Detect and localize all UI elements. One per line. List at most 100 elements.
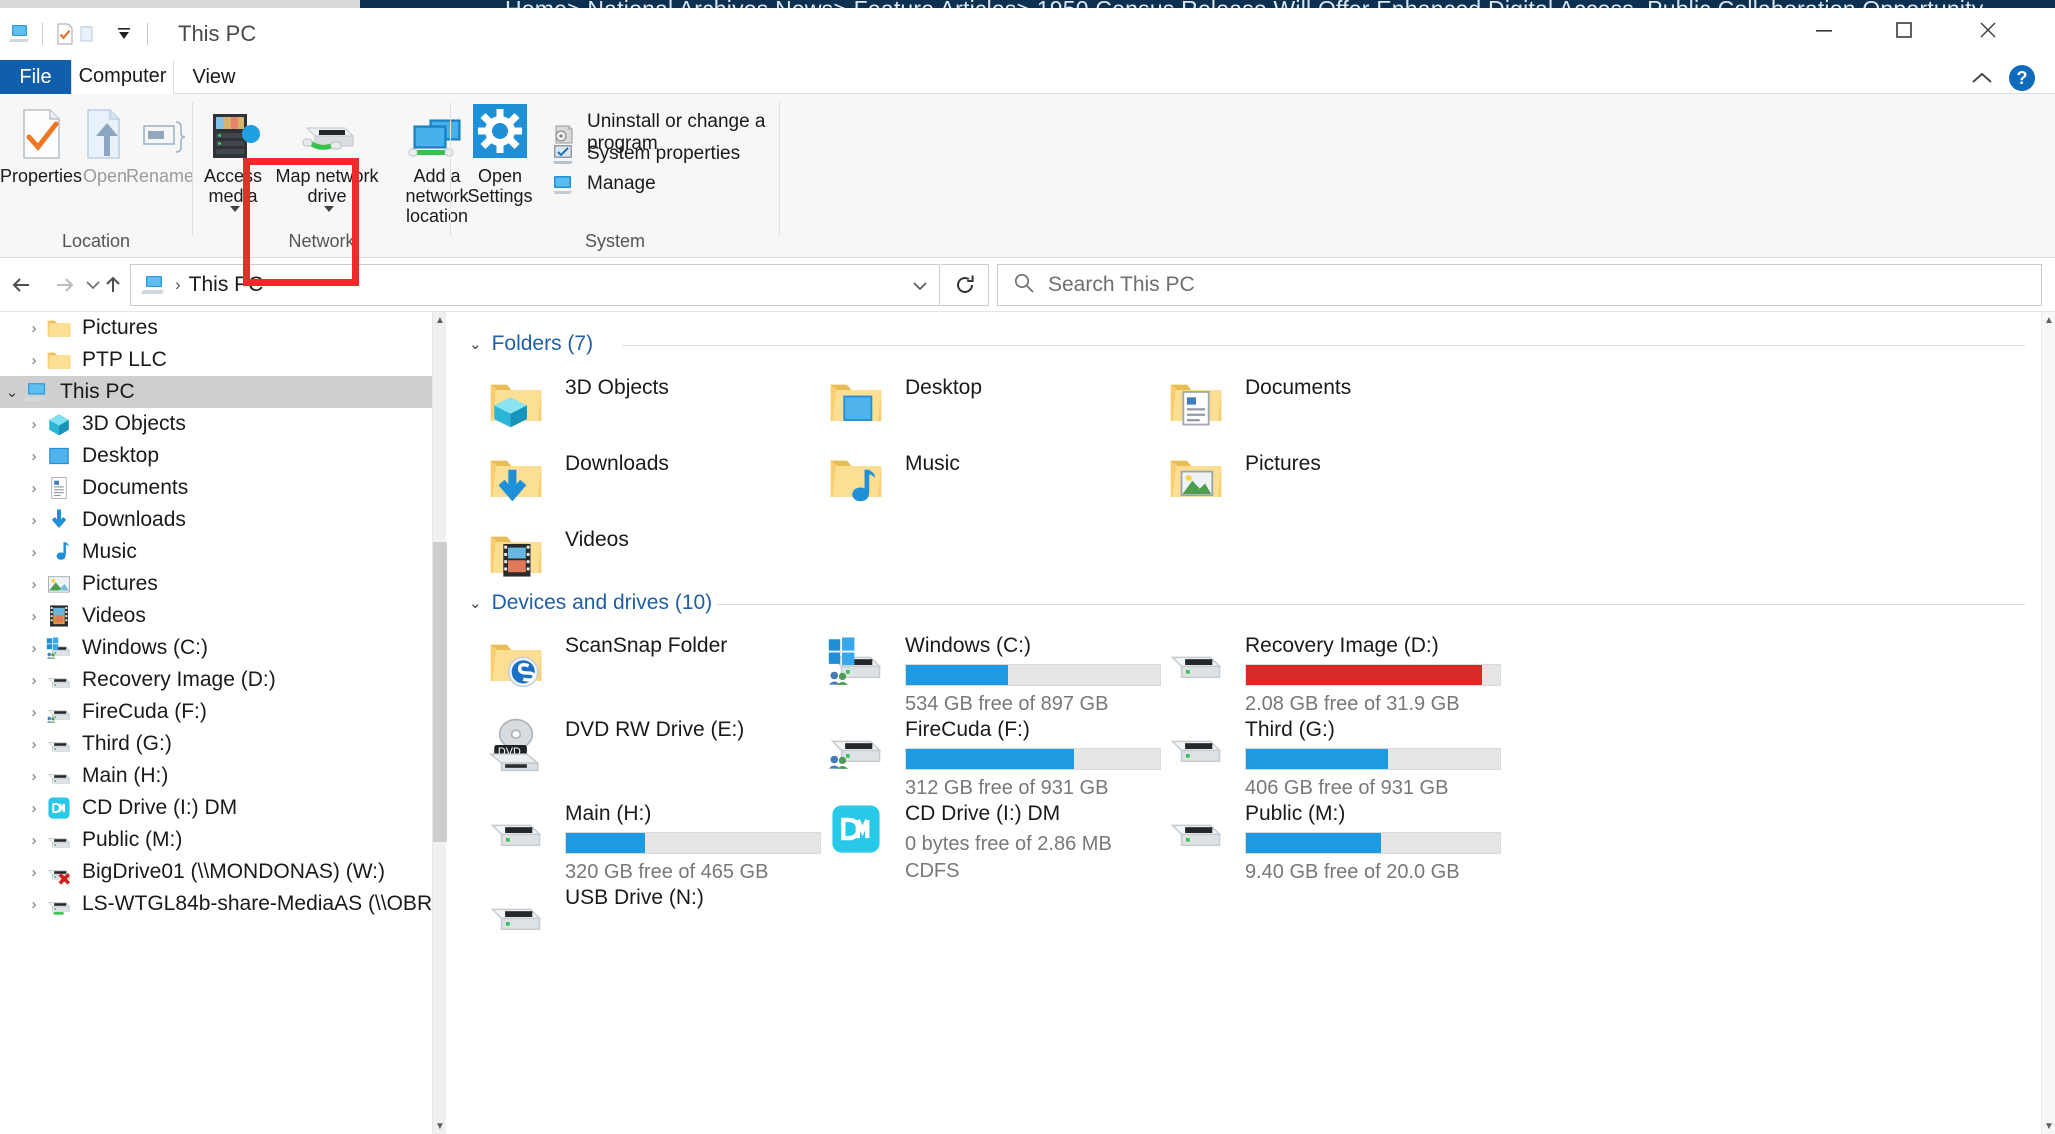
forward-arrow-icon[interactable] <box>50 270 80 300</box>
chevron-right-icon[interactable]: › <box>22 640 46 657</box>
main-scrollbar[interactable]: ▲ ▼ <box>2041 312 2055 1134</box>
open-button[interactable]: Open <box>82 102 128 186</box>
folder-music-icon <box>827 448 887 508</box>
nav-item-windows-c[interactable]: › Windows (C:) <box>0 632 432 664</box>
collapse-ribbon-button[interactable] <box>1969 68 1995 88</box>
nav-item-public-m[interactable]: › Public (M:) <box>0 824 432 856</box>
new-folder-icon[interactable] <box>77 22 101 46</box>
chevron-right-icon[interactable]: › <box>22 352 46 369</box>
open-settings-button[interactable]: Open Settings <box>461 102 539 206</box>
nav-scroll-up-icon[interactable]: ▲ <box>433 312 447 328</box>
main-scroll-up-icon[interactable]: ▲ <box>2042 312 2055 328</box>
folder-tile[interactable]: 3D Objects <box>487 372 669 432</box>
drive-tile[interactable]: Windows (C:) 534 GB free of 897 GB <box>827 632 1161 716</box>
address-path-field[interactable]: › This PC <box>130 264 940 306</box>
chevron-right-icon[interactable]: › <box>22 576 46 593</box>
chevron-down-icon[interactable] <box>324 206 334 212</box>
main-scroll-down-icon[interactable]: ▼ <box>2042 1118 2055 1134</box>
nav-item-documents[interactable]: › Documents <box>0 472 432 504</box>
chevron-right-icon[interactable]: › <box>22 512 46 529</box>
nav-item-pictures[interactable]: › Pictures <box>0 568 432 600</box>
chevron-down-icon[interactable]: ⌄ <box>469 335 482 353</box>
tab-view[interactable]: View <box>174 60 254 94</box>
tab-computer[interactable]: Computer <box>71 60 174 94</box>
properties-button[interactable]: Properties <box>2 102 80 186</box>
nav-item-third-g[interactable]: › Third (G:) <box>0 728 432 760</box>
chevron-right-icon[interactable]: › <box>22 768 46 785</box>
nav-item-recovery-image-d[interactable]: › Recovery Image (D:) <box>0 664 432 696</box>
chevron-down-icon[interactable] <box>230 206 240 212</box>
chevron-right-icon[interactable]: › <box>22 544 46 561</box>
nav-item-cd-drive-i-dm[interactable]: › CD Drive (I:) DM <box>0 792 432 824</box>
drive-tile[interactable]: Third (G:) 406 GB free of 931 GB <box>1167 716 1501 800</box>
chevron-down-icon[interactable]: ⌄ <box>0 383 24 401</box>
chevron-right-icon[interactable]: › <box>22 832 46 849</box>
tab-file[interactable]: File <box>0 60 71 94</box>
up-arrow-icon[interactable] <box>98 270 128 300</box>
group-header-folders[interactable]: ⌄ Folders (7) <box>469 332 593 356</box>
folder-tile[interactable]: Music <box>827 448 960 508</box>
help-button[interactable]: ? <box>2009 65 2035 91</box>
folder-tile[interactable]: Documents <box>1167 372 1351 432</box>
chevron-right-icon[interactable]: › <box>22 320 46 337</box>
refresh-button[interactable] <box>941 264 989 306</box>
nav-item-bigdrive01-mondonas-w[interactable]: › BigDrive01 (\\MONDONAS) (W:) <box>0 856 432 888</box>
chevron-right-icon[interactable]: › <box>22 736 46 753</box>
drive-tile-label: Recovery Image (D:) <box>1245 634 1501 658</box>
manage-item[interactable]: Manage <box>551 171 656 197</box>
nav-item-3d-objects[interactable]: › 3D Objects <box>0 408 432 440</box>
chevron-down-icon[interactable]: ⌄ <box>469 594 482 612</box>
folder-tile[interactable]: Videos <box>487 524 629 584</box>
chevron-right-icon[interactable]: › <box>22 608 46 625</box>
search-input[interactable]: Search This PC <box>997 264 2042 306</box>
chevron-right-icon[interactable]: › <box>22 416 46 433</box>
drive-tile[interactable]: Recovery Image (D:) 2.08 GB free of 31.9… <box>1167 632 1501 716</box>
close-button[interactable] <box>1955 8 2021 52</box>
nav-item-this-pc[interactable]: ⌄ This PC <box>0 376 432 408</box>
properties-icon[interactable] <box>53 22 77 46</box>
system-properties-item[interactable]: System properties <box>551 141 740 167</box>
chevron-right-icon[interactable]: › <box>22 704 46 721</box>
nav-item-ptp-llc[interactable]: › PTP LLC <box>0 344 432 376</box>
3d-objects-icon <box>46 411 74 437</box>
nav-item-desktop[interactable]: › Desktop <box>0 440 432 472</box>
back-arrow-icon[interactable] <box>8 270 38 300</box>
maximize-button[interactable] <box>1871 8 1937 52</box>
nav-item-downloads[interactable]: ›Downloads <box>0 504 432 536</box>
drive-capacity-fill <box>1246 665 1482 685</box>
drive-tile[interactable]: CD Drive (I:) DM0 bytes free of 2.86 MBC… <box>827 800 1112 883</box>
drive-tile[interactable]: Main (H:) 320 GB free of 465 GB <box>487 800 821 884</box>
navigation-scrollbar[interactable]: ▲ ▼ <box>432 312 446 1134</box>
nav-item-ls-wtgl84b-share-mediaas-obrero-z[interactable]: › LS-WTGL84b-share-MediaAS (\\OBRERO) (Z… <box>0 888 432 920</box>
chevron-right-icon[interactable]: › <box>22 448 46 465</box>
rename-button[interactable]: Rename <box>128 102 192 186</box>
nav-item-firecuda-f[interactable]: › FireCuda (F:) <box>0 696 432 728</box>
nav-item-videos[interactable]: › Videos <box>0 600 432 632</box>
nav-scroll-thumb[interactable] <box>433 542 447 842</box>
folder-tile[interactable]: Pictures <box>1167 448 1321 508</box>
this-pc-icon[interactable] <box>8 22 32 46</box>
map-network-drive-button[interactable]: Map network drive <box>275 102 379 212</box>
chevron-right-icon[interactable]: › <box>22 896 46 913</box>
drive-tile[interactable]: Public (M:) 9.40 GB free of 20.0 GB <box>1167 800 1501 884</box>
chevron-right-icon[interactable]: › <box>22 480 46 497</box>
nav-item-main-h[interactable]: › Main (H:) <box>0 760 432 792</box>
chevron-right-icon[interactable]: › <box>22 672 46 689</box>
folder-tile-label: Pictures <box>1245 448 1321 476</box>
chevron-right-icon[interactable]: › <box>22 864 46 881</box>
address-dropdown-button[interactable] <box>900 264 940 306</box>
group-header-devices[interactable]: ⌄ Devices and drives (10) <box>469 591 712 615</box>
drive-tile[interactable]: FireCuda (F:) 312 GB free of 931 GB <box>827 716 1161 800</box>
chevron-right-icon[interactable]: › <box>22 800 46 817</box>
drive-tile[interactable]: ScanSnap Folder <box>487 632 727 692</box>
customize-qat-icon[interactable] <box>113 22 137 46</box>
drive-tile[interactable]: DVD DVD RW Drive (E:) <box>487 716 744 776</box>
folder-tile[interactable]: Downloads <box>487 448 669 508</box>
nav-item-music[interactable]: › Music <box>0 536 432 568</box>
nav-scroll-down-icon[interactable]: ▼ <box>433 1118 447 1134</box>
minimize-button[interactable] <box>1791 8 1857 52</box>
access-media-button[interactable]: Access media <box>197 102 269 212</box>
folder-tile[interactable]: Desktop <box>827 372 982 432</box>
drive-tile[interactable]: USB Drive (N:) <box>487 884 704 944</box>
nav-item-pictures[interactable]: › Pictures <box>0 312 432 344</box>
